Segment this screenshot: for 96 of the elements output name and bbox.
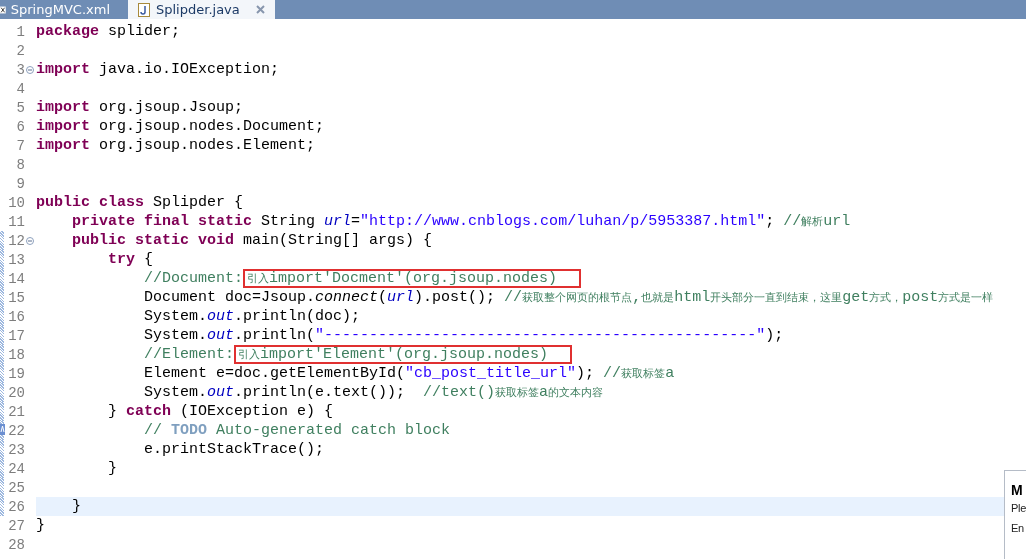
popup-text: En (1011, 522, 1025, 534)
close-icon[interactable] (255, 5, 265, 14)
code-keyword: import (36, 99, 90, 116)
code-text: Element e=doc.getElementById( (143, 365, 406, 382)
java-file-icon (138, 2, 150, 17)
code-text: ( (378, 289, 388, 306)
code-text: .println( (234, 327, 316, 344)
code-comment: Auto-generated catch block (215, 422, 451, 439)
line-number: 27 (7, 517, 25, 534)
line-number: 18 (7, 346, 25, 363)
string-literal: "http://www.cnblogs.com/luhan/p/5953387.html" (360, 213, 766, 230)
code-text: main(String[] args) { (242, 232, 433, 249)
field-name: url (324, 213, 352, 230)
code-text: org.jsoup.nodes.Element; (98, 137, 316, 154)
line-number: 11 (7, 213, 25, 230)
line-number: 10 (7, 194, 25, 211)
code-text: org.jsoup.Jsoup; (98, 99, 244, 116)
code-keyword: public class (36, 194, 145, 211)
code-keyword: catch (126, 403, 172, 420)
code-keyword: public static void (71, 232, 235, 249)
code-text: } (107, 460, 117, 477)
boxed-comment: 引入import'Docment'(org.jsoup.nodes) (245, 271, 580, 286)
code-text: String (260, 213, 317, 230)
code-comment: //解析url (783, 213, 851, 230)
code-text: System. (143, 384, 208, 401)
line-number: 21 (7, 403, 25, 420)
code-text: System. (143, 327, 208, 344)
line-number: 16 (7, 308, 25, 325)
field-name: url (387, 289, 415, 306)
line-number: 22 (7, 422, 25, 439)
code-keyword: import (36, 118, 90, 135)
editor-tab[interactable]: Splipder.java (128, 0, 275, 19)
field-name: out (207, 384, 235, 401)
line-number: 6 (15, 118, 25, 135)
code-text: (IOException e) { (179, 403, 334, 420)
code-comment: //获取整个网页的根节点,也就是html开头部分一直到结束，这里get方式，post方式是一样 (504, 289, 994, 306)
code-keyword: try (107, 251, 136, 268)
code-text: org.jsoup.nodes.Document; (98, 118, 325, 135)
line-number: 4 (15, 80, 25, 97)
line-number: 14 (7, 270, 25, 287)
line-number: 15 (7, 289, 25, 306)
line-number: 13 (7, 251, 25, 268)
popup-text: Ple (1011, 502, 1026, 514)
field-name: out (207, 327, 235, 344)
popup-title: M (1011, 482, 1024, 498)
line-number: 9 (15, 175, 25, 192)
code-comment: //Document: (143, 270, 244, 287)
code-text: ; (765, 213, 776, 230)
code-text: .println(doc); (234, 308, 361, 325)
field-name: out (207, 308, 235, 325)
code-text: } (107, 403, 118, 420)
code-comment: // (143, 422, 164, 439)
code-text: splider; (107, 23, 181, 40)
line-number: 20 (7, 384, 25, 401)
line-number: 3 (15, 61, 25, 78)
task-marker-icon[interactable] (0, 424, 5, 435)
code-text: Document doc=Jsoup. (143, 289, 316, 306)
line-number: 17 (7, 327, 25, 344)
line-number: 7 (15, 137, 25, 154)
string-literal: "------------------------------------------------" (315, 327, 766, 344)
collapse-icon[interactable] (26, 65, 34, 74)
line-number: 23 (7, 441, 25, 458)
code-text: ).post(); (414, 289, 497, 306)
code-text: java.io.IOException; (98, 61, 280, 78)
code-keyword: import (36, 61, 90, 78)
code-text: e.printStackTrace(); (143, 441, 325, 458)
boxed-comment: 引入import'Element'(org.jsoup.nodes) (236, 347, 571, 362)
collapse-icon[interactable] (26, 236, 34, 245)
code-text: ); (765, 327, 784, 344)
code-comment: //Element: (143, 346, 235, 363)
line-number: 26 (7, 498, 25, 515)
line-number: 1 (15, 23, 25, 40)
string-literal: "cb_post_title_url" (405, 365, 577, 382)
line-number: 24 (7, 460, 25, 477)
line-number: 25 (7, 479, 25, 496)
line-number: 2 (15, 42, 25, 59)
line-number: 8 (15, 156, 25, 173)
code-text: = (351, 213, 361, 230)
line-number: 28 (7, 536, 25, 553)
line-number: 19 (7, 365, 25, 382)
code-keyword: import (36, 137, 90, 154)
code-keyword: private final static (71, 213, 253, 230)
code-text: } (36, 517, 45, 534)
code-text: } (71, 498, 81, 515)
line-number: 5 (15, 99, 25, 116)
code-comment: //text()获取标签a的文本内容 (423, 384, 604, 401)
todo-tag: TODO (171, 422, 208, 439)
code-text: ); (576, 365, 596, 382)
code-text: { (143, 251, 154, 268)
code-comment: //获取标签a (603, 365, 675, 382)
code-text: System. (143, 308, 208, 325)
code-text: Splipder { (152, 194, 244, 211)
method-name: connect (315, 289, 379, 306)
code-keyword: package (36, 23, 99, 40)
line-number: 12 (7, 232, 25, 249)
code-text: .println(e.text()); (234, 384, 407, 401)
